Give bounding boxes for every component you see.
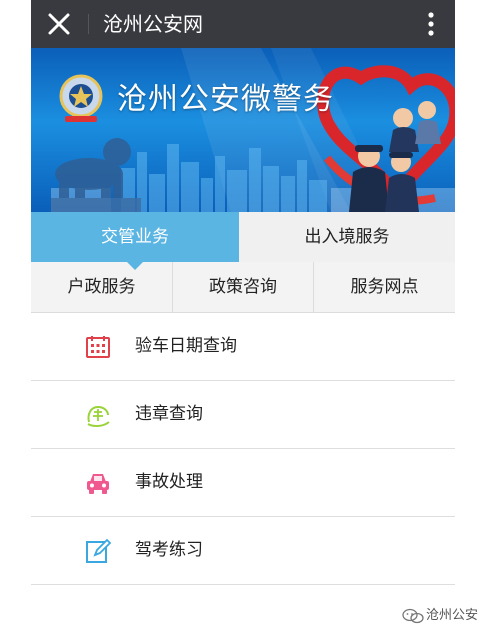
more-vertical-icon — [428, 12, 434, 36]
car-icon — [87, 474, 109, 494]
banner-artwork — [51, 48, 455, 212]
tab-traffic-services[interactable]: 交管业务 — [31, 212, 239, 262]
watermark-text: 沧州公安 — [425, 608, 478, 623]
service-list: 验车日期查询 违章查询 事故处理 驾考练习 — [31, 313, 455, 585]
subtab-policy-consultation[interactable]: 政策咨询 — [173, 262, 314, 312]
subtab-service-locations[interactable]: 服务网点 — [314, 262, 455, 312]
list-item-accident-handling[interactable]: 事故处理 — [31, 449, 455, 517]
watermark: 沧州公安 — [402, 606, 478, 626]
wechat-icon — [402, 608, 424, 623]
close-button[interactable] — [45, 11, 73, 37]
violation-icon — [87, 405, 110, 428]
active-tab-indicator — [127, 262, 143, 270]
list-item-inspection-date[interactable]: 验车日期查询 — [31, 313, 455, 381]
list-item-driving-test-practice[interactable]: 驾考练习 — [31, 517, 455, 585]
list-item-label: 驾考练习 — [135, 540, 203, 560]
title-bar: 沧州公安网 — [31, 0, 455, 48]
subtab-bar: 户政服务 政策咨询 服务网点 — [31, 262, 455, 313]
police-badge-icon — [59, 74, 103, 122]
list-item-label: 违章查询 — [135, 404, 203, 424]
calendar-icon — [86, 336, 110, 358]
subtab-household-services[interactable]: 户政服务 — [31, 262, 173, 312]
title-divider — [88, 14, 89, 34]
banner: 沧州公安微警务 — [31, 48, 455, 212]
tab-bar: 交管业务 出入境服务 — [31, 212, 455, 262]
tab-immigration-services[interactable]: 出入境服务 — [239, 212, 455, 262]
close-icon — [48, 13, 70, 35]
phone-screen: 沧州公安网 沧州公安微警务 交管业务 出入境服务 户政服务 政策咨询 服务网点 … — [31, 0, 455, 640]
more-button[interactable] — [421, 10, 441, 38]
list-item-label: 事故处理 — [135, 472, 203, 492]
list-item-label: 验车日期查询 — [135, 336, 237, 356]
edit-icon — [86, 538, 111, 563]
banner-title: 沧州公安微警务 — [117, 82, 334, 117]
list-item-violation-query[interactable]: 违章查询 — [31, 381, 455, 449]
page-title: 沧州公安网 — [103, 12, 203, 36]
